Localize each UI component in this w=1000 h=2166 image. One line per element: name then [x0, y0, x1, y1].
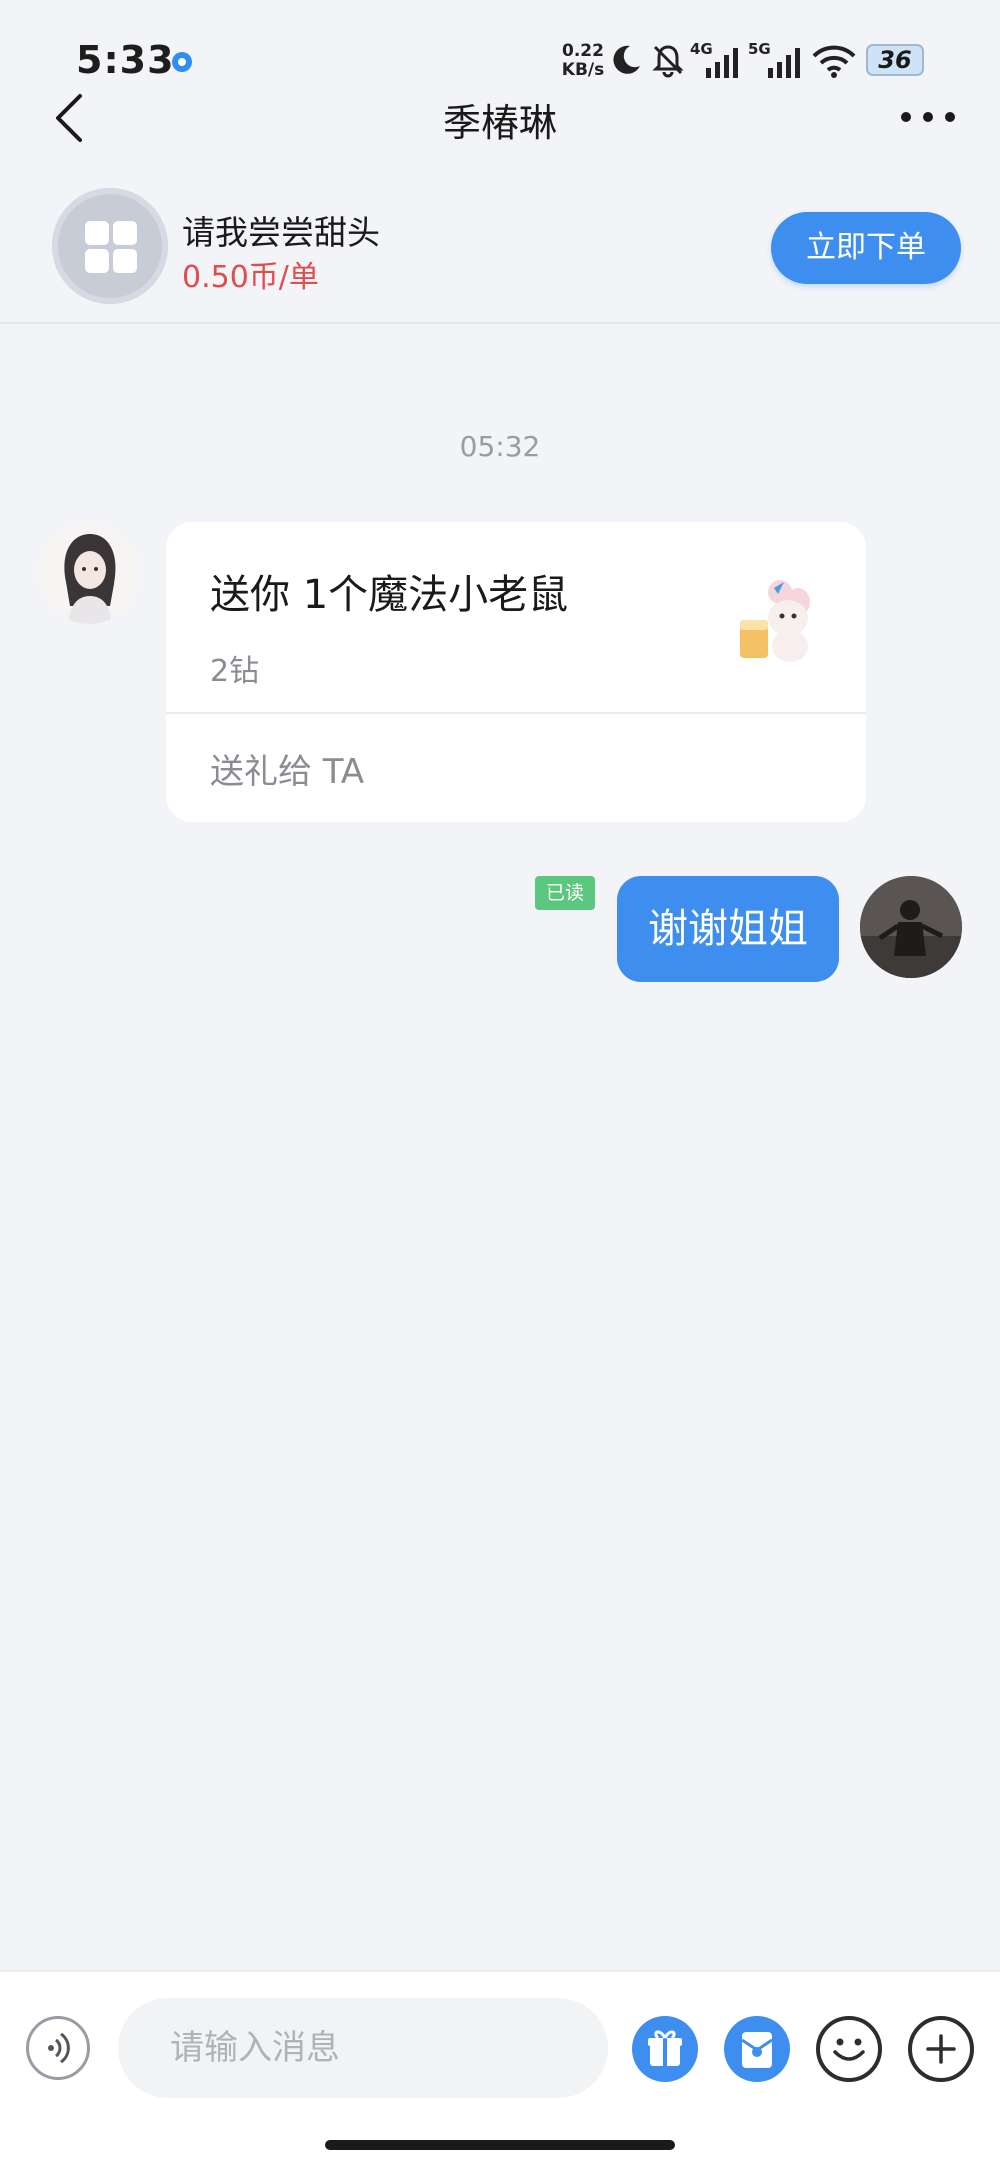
input-bar — [0, 1970, 1000, 2166]
service-price: 0.50币/单 — [182, 260, 319, 295]
read-status-badge: 已读 — [535, 876, 595, 910]
outgoing-message-bubble[interactable]: 谢谢姐姐 — [617, 876, 839, 982]
page-title: 季椿琳 — [442, 101, 557, 145]
chevron-left-icon — [56, 94, 82, 142]
status-time: 5:33 — [76, 38, 175, 82]
more-button[interactable] — [898, 102, 958, 132]
gift-icon — [648, 2030, 682, 2066]
network-speed-unit: KB/s — [561, 60, 605, 80]
status-bar: 5:33 0.22 KB/s 4G 5G 36 — [0, 0, 1000, 90]
network-speed-value: 0.22 — [562, 41, 604, 61]
service-banner: 请我尝尝甜头 0.50币/单 立即下单 — [0, 176, 1000, 324]
service-name: 请我尝尝甜头 — [182, 213, 380, 252]
user-avatar[interactable] — [860, 876, 962, 978]
back-button[interactable] — [48, 90, 98, 146]
gift-button[interactable] — [632, 2016, 698, 2082]
network-speed: 0.22 KB/s — [560, 42, 606, 80]
nav-bar: 季椿琳 — [0, 80, 1000, 156]
service-icon — [52, 188, 168, 304]
mute-bell-icon — [652, 45, 684, 78]
red-packet-button[interactable] — [724, 2016, 790, 2082]
app-notification-icon — [172, 52, 192, 72]
home-indicator[interactable] — [325, 2140, 675, 2150]
signal-icon — [768, 48, 800, 78]
more-actions-button[interactable] — [908, 2016, 974, 2082]
chat-screen: 5:33 0.22 KB/s 4G 5G 36 季椿琳 请我尝尝甜头 0.50币… — [0, 0, 1000, 2166]
emoji-button[interactable] — [816, 2016, 882, 2082]
message-input[interactable] — [118, 1998, 608, 2098]
emoji-icon — [833, 2038, 865, 2061]
gift-title: 送你 1个魔法小老鼠 — [210, 572, 569, 618]
signal-icon — [706, 48, 738, 78]
more-icon — [901, 112, 955, 122]
voice-button[interactable] — [26, 2016, 90, 2080]
battery-level: 36 — [866, 44, 924, 76]
message-timestamp: 05:32 — [459, 430, 541, 463]
gift-card-divider — [166, 712, 866, 714]
user-avatar-image — [860, 876, 962, 978]
red-packet-icon — [741, 2032, 773, 2068]
plus-icon — [926, 2034, 956, 2064]
moon-icon — [613, 45, 640, 74]
contact-avatar-image — [38, 522, 140, 624]
contact-avatar[interactable] — [38, 522, 140, 624]
gift-message-card[interactable]: 送你 1个魔法小老鼠 2钻 送礼给 TA — [166, 522, 866, 822]
voice-icon — [48, 2032, 70, 2064]
wifi-icon — [812, 45, 856, 78]
send-gift-link[interactable]: 送礼给 TA — [210, 744, 364, 793]
order-now-button[interactable]: 立即下单 — [771, 212, 961, 284]
gift-price: 2钻 — [210, 654, 260, 689]
magic-mouse-gift-icon — [740, 580, 810, 662]
